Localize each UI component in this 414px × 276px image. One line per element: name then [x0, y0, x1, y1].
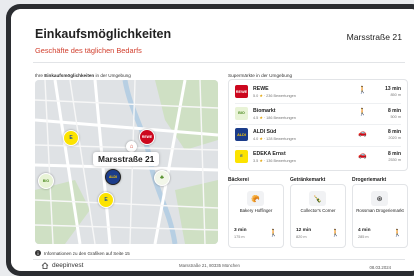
screen: Einkaufsmöglichkeiten Geschäfte des tägl…: [11, 9, 414, 271]
rating-value: 5.0: [253, 94, 259, 98]
edeka-pin-icon[interactable]: E: [63, 130, 79, 146]
store-rating: 4.0 ★ · 128 Bewertungen: [253, 137, 296, 141]
travel-distance: 175 m: [234, 235, 245, 239]
travel-time: 8 min: [387, 150, 401, 157]
croissant-icon: 🥐: [247, 191, 264, 206]
map-caption-bold: Einkaufsmöglichkeiten: [44, 73, 95, 78]
review-count: 236 Bewertungen: [266, 94, 296, 98]
category-card[interactable]: ⊛ Rossman Drogeriemarkt 4 min 285 m 🚶: [352, 184, 408, 248]
store-name: REWE: [253, 86, 269, 92]
rating-value: 4.0: [253, 137, 259, 141]
store-logo-icon: ALDI: [235, 128, 248, 141]
store-logo-icon: BIO: [235, 106, 248, 120]
shop-name: Bakery Hoffinger: [239, 208, 273, 213]
biomarkt-pin-icon[interactable]: BIO: [38, 173, 54, 189]
travel-distance: 820 m: [296, 235, 307, 239]
header-divider: [33, 62, 405, 63]
star-icon: ★: [259, 94, 263, 98]
travel-time: 3 min: [234, 228, 247, 233]
row-divider: [235, 124, 401, 125]
supermarket-row[interactable]: E EDEKA Ernst 3.5 ★ · 136 Bewertungen 🚗 8 mi…: [235, 148, 401, 167]
footer-address: Marsstraße 21, 80335 München: [179, 263, 240, 268]
footer-divider: [33, 259, 405, 260]
walking-icon: 🚶: [358, 87, 367, 94]
row-divider: [235, 102, 401, 104]
shop-pin-icon[interactable]: ♣: [154, 170, 170, 186]
walking-icon: 🚶: [393, 230, 402, 237]
star-icon: ★: [259, 137, 263, 141]
star-icon: ★: [259, 115, 263, 120]
rossmann-icon: ⊛: [371, 191, 388, 206]
edeka-pin-icon-2[interactable]: E: [98, 192, 114, 208]
supermarket-row[interactable]: REWE REWE 5.0 ★ · 236 Bewertungen 🚶 13 min 85…: [235, 83, 401, 102]
walking-icon: 🚶: [269, 230, 278, 237]
store-rating: 5.0 ★ · 236 Bewertungen: [253, 94, 296, 98]
report-page: Einkaufsmöglichkeiten Geschäfte des tägl…: [11, 9, 414, 270]
supermarket-row[interactable]: BIO Biomarkt 4.5 ★ · 186 Bewertungen 🚶 8 min…: [235, 105, 401, 124]
travel-time: 8 min: [387, 129, 401, 135]
header-address: Marsstraße 21: [346, 32, 402, 42]
travel-time: 4 min: [358, 228, 371, 233]
location-label: Marsstraße 21: [93, 152, 160, 166]
category-card[interactable]: 🍾 Collector's Corner 12 min 820 m 🚶: [290, 184, 346, 248]
car-icon: 🚗: [358, 130, 367, 137]
aldi-pin-icon[interactable]: ALDI: [105, 169, 121, 185]
map-view[interactable]: E REWE ⌂ BIO ALDI E ♣ Marsstraße 21: [35, 80, 218, 244]
row-divider: [235, 145, 401, 147]
supermarket-row[interactable]: ALDI ALDI Süd 4.0 ★ · 128 Bewertungen 🚗 8 mi…: [235, 126, 401, 145]
map-caption: Ihre Einkaufsmöglichkeiten in der Umgebu…: [35, 73, 131, 78]
walking-icon: 🚶: [331, 230, 340, 237]
category-heading: Getränkemarkt: [290, 177, 326, 183]
travel-time: 12 min: [296, 228, 312, 233]
home-pin-icon: ⌂: [126, 141, 137, 152]
supermarkets-heading: Supermärkte in der Umgebung: [228, 73, 293, 78]
store-rating: 3.5 ★ · 136 Bewertungen: [253, 158, 296, 163]
star-icon: ★: [259, 158, 263, 163]
travel-time: 13 min: [385, 86, 401, 92]
review-count: 186 Bewertungen: [266, 115, 296, 120]
info-icon: i: [35, 250, 41, 256]
page-subtitle: Geschäfte des täglichen Bedarfs: [35, 46, 142, 55]
category-heading: Bäckerei: [228, 177, 249, 183]
rewe-pin-icon[interactable]: REWE: [139, 129, 155, 145]
travel-distance: 500 m: [390, 114, 401, 119]
shop-name: Collector's Corner: [300, 208, 336, 213]
supermarkets-panel: REWE REWE 5.0 ★ · 236 Bewertungen 🚶 13 min 85…: [228, 79, 408, 171]
store-name: ALDI Süd: [253, 129, 277, 135]
walking-icon: 🚶: [358, 108, 367, 116]
map-caption-prefix: Ihre: [35, 73, 45, 78]
rating-value: 3.5: [253, 158, 259, 163]
store-logo-icon: REWE: [235, 85, 248, 98]
travel-distance: 285 m: [358, 235, 369, 239]
rating-value: 4.5: [253, 115, 259, 120]
shop-name: Rossman Drogeriemarkt: [356, 208, 404, 213]
footer-date: 08.03.2024: [369, 265, 391, 270]
device-frame: Einkaufsmöglichkeiten Geschäfte des tägl…: [6, 4, 414, 276]
bottle-icon: 🍾: [309, 191, 326, 206]
info-note-text: Informationen zu den Grafiken auf Seite …: [44, 250, 130, 256]
car-icon: 🚗: [358, 151, 367, 159]
brand-logo: deepinvest: [41, 262, 83, 269]
page-title: Einkaufsmöglichkeiten: [35, 27, 172, 41]
store-rating: 4.5 ★ · 186 Bewertungen: [253, 115, 296, 120]
travel-time: 8 min: [387, 107, 401, 114]
brand-name: deepinvest: [52, 262, 84, 269]
review-count: 128 Bewertungen: [266, 137, 296, 141]
review-count: 136 Bewertungen: [266, 158, 296, 163]
store-name: EDEKA Ernst: [253, 150, 286, 157]
travel-distance: 2530 m: [388, 157, 401, 162]
store-name: Biomarkt: [253, 107, 276, 114]
info-note: i Informationen zu den Grafiken auf Seite…: [35, 250, 130, 256]
category-heading: Drogeriemarkt: [352, 177, 387, 183]
category-card[interactable]: 🥐 Bakery Hoffinger 3 min 175 m 🚶: [228, 184, 284, 248]
store-logo-icon: E: [235, 149, 248, 163]
travel-distance: 850 m: [390, 93, 401, 97]
map-caption-suffix: in der Umgebung: [94, 73, 131, 78]
travel-distance: 2020 m: [388, 136, 401, 140]
house-logo-icon: [41, 262, 49, 269]
